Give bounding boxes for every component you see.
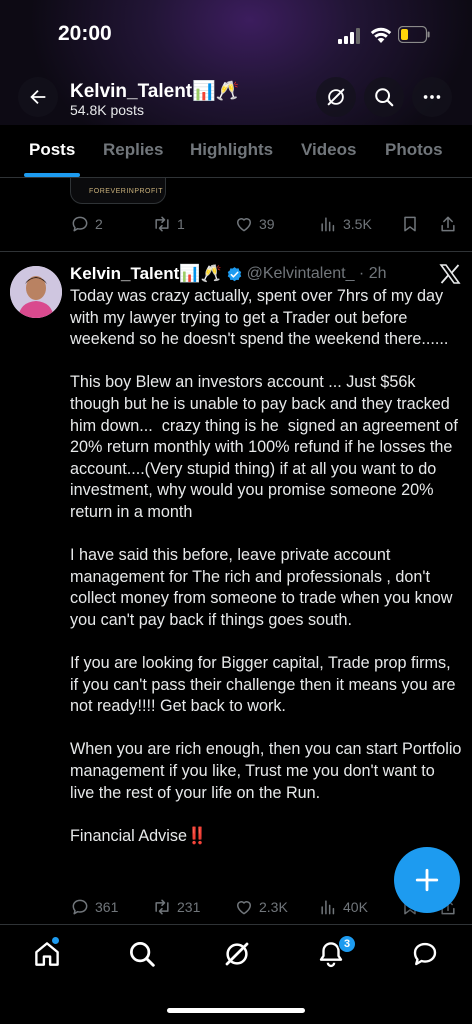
tweet-header: Kelvin_Talent📊🥂 @Kelvintalent_ · 2h <box>70 262 386 286</box>
home-icon <box>35 942 59 966</box>
repost-button[interactable]: 231 <box>152 897 200 917</box>
like-button[interactable]: 39 <box>234 214 275 234</box>
status-bar: 20:00 <box>0 0 472 70</box>
search-icon <box>375 88 394 107</box>
repost-icon <box>155 216 169 232</box>
avatar[interactable] <box>10 266 62 318</box>
profile-top-bar: Kelvin_Talent📊🥂 54.8K posts <box>0 70 472 126</box>
profile-name: Kelvin_Talent📊🥂 <box>70 81 240 102</box>
active-tab-indicator <box>24 173 80 177</box>
profile-photo-icon <box>10 266 62 318</box>
heart-icon <box>237 218 251 232</box>
nav-home[interactable] <box>32 939 62 969</box>
repost-button[interactable]: 1 <box>152 214 185 234</box>
posts-count: 54.8K posts <box>70 102 144 118</box>
views-button[interactable]: 3.5K <box>318 214 372 234</box>
verified-badge-icon <box>227 266 241 281</box>
grok-icon <box>225 942 249 966</box>
share-icon <box>441 216 455 232</box>
reply-count: 361 <box>95 899 119 915</box>
arrow-left-icon <box>30 89 46 105</box>
home-new-posts-dot <box>52 937 59 944</box>
home-indicator <box>167 1008 305 1013</box>
tab-videos[interactable]: Videos <box>301 140 356 160</box>
previous-post-media[interactable]: FOREVERINPROFIT <box>70 178 166 204</box>
wifi-icon <box>370 27 392 43</box>
x-logo-icon <box>439 264 461 284</box>
back-button[interactable] <box>18 77 58 117</box>
previous-post-actions: 2 1 39 3.5K <box>70 214 462 238</box>
compose-post-button[interactable] <box>394 847 460 913</box>
repost-count: 1 <box>177 216 185 232</box>
views-icon <box>321 217 335 232</box>
reply-count: 2 <box>95 216 103 232</box>
search-button[interactable] <box>364 77 404 117</box>
bookmark-button[interactable] <box>400 214 425 234</box>
tweet-text: Today was crazy actually, spent over 7hr… <box>70 287 462 845</box>
reply-button[interactable]: 2 <box>70 214 103 234</box>
views-icon <box>321 900 335 915</box>
profile-tabs: Posts Replies Highlights Videos Photos <box>0 126 472 178</box>
repost-count: 231 <box>177 899 201 915</box>
more-dots-icon <box>423 95 441 99</box>
nav-grok[interactable] <box>222 939 252 969</box>
message-icon <box>413 942 437 966</box>
bookmark-icon <box>404 216 416 232</box>
repost-icon <box>155 899 169 915</box>
author-handle-time: @Kelvintalent_ · 2h <box>246 265 387 282</box>
grok-icon <box>327 88 345 106</box>
views-button[interactable]: 40K <box>318 897 368 917</box>
reply-icon <box>72 899 88 915</box>
tab-highlights[interactable]: Highlights <box>190 140 273 160</box>
tab-replies[interactable]: Replies <box>103 140 163 160</box>
reply-button[interactable]: 361 <box>70 897 118 917</box>
status-time: 20:00 <box>58 22 112 45</box>
nav-messages[interactable] <box>410 939 440 969</box>
tab-posts[interactable]: Posts <box>29 140 75 160</box>
plus-icon <box>415 868 439 892</box>
battery-icon <box>398 26 430 43</box>
post-divider <box>0 251 472 252</box>
view-count: 40K <box>343 899 368 915</box>
author-name[interactable]: Kelvin_Talent📊🥂 <box>70 264 222 284</box>
more-options-button[interactable] <box>412 77 452 117</box>
notifications-badge: 3 <box>338 935 356 953</box>
media-caption: FOREVERINPROFIT <box>89 188 164 195</box>
nav-search[interactable] <box>127 939 157 969</box>
like-button[interactable]: 2.3K <box>234 897 288 917</box>
grok-button[interactable] <box>316 77 356 117</box>
reply-icon <box>72 216 88 232</box>
like-count: 39 <box>259 216 275 232</box>
tab-photos[interactable]: Photos <box>385 140 443 160</box>
search-icon <box>130 942 155 967</box>
cellular-signal-icon <box>338 28 360 44</box>
view-count: 3.5K <box>343 216 372 232</box>
heart-icon <box>237 901 251 915</box>
share-button[interactable] <box>438 214 463 234</box>
like-count: 2.3K <box>259 899 288 915</box>
